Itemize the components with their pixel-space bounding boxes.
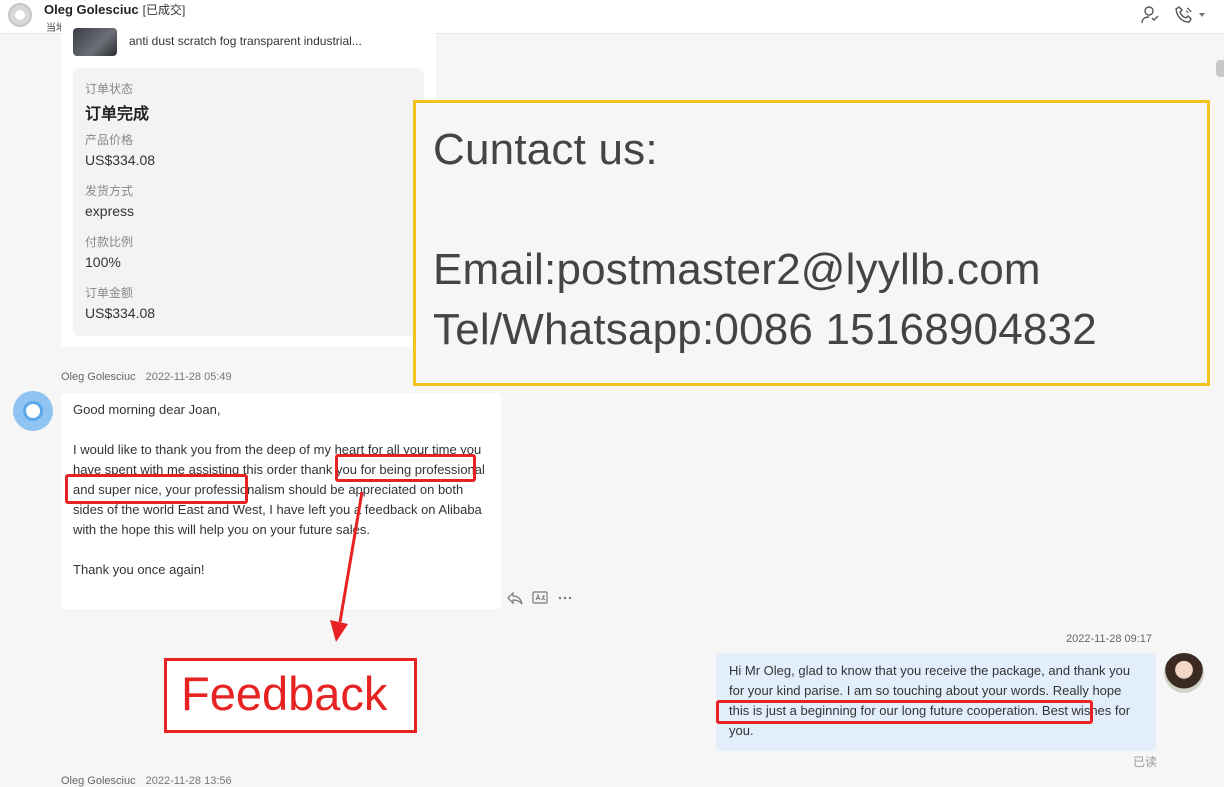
message-time: 2022-11-28 09:17: [1066, 633, 1153, 645]
read-status: 已读: [1133, 755, 1158, 769]
sender-avatar[interactable]: [13, 391, 53, 431]
order-card[interactable]: anti dust scratch fog transparent indust…: [61, 20, 436, 347]
more-icon[interactable]: [557, 591, 573, 610]
translate-icon[interactable]: [532, 591, 548, 610]
contact-name[interactable]: Oleg Golesciuc [已成交]: [44, 1, 185, 18]
message-meta: 2022-11-28 09:17: [1066, 633, 1152, 645]
shipping-method-value: express: [85, 203, 135, 219]
own-avatar[interactable]: [1164, 653, 1204, 693]
order-status-label: 订单状态: [85, 82, 134, 96]
highlight-box: [716, 700, 1093, 724]
contact-tel: Tel/Whatsapp:0086 15168904832: [433, 305, 1097, 354]
product-price-label: 产品价格: [85, 133, 134, 147]
sender-name: Oleg Golesciuc: [61, 775, 136, 787]
order-amount-value: US$334.08: [85, 305, 156, 321]
highlight-box: [335, 454, 476, 482]
phone-icon[interactable]: [1174, 5, 1194, 25]
message-meta: Oleg Golesciuc 2022-11-28 13:56: [61, 775, 232, 787]
contact-name-text: Oleg Golesciuc: [44, 2, 139, 17]
chevron-down-icon[interactable]: [1198, 11, 1206, 19]
order-amount-label: 订单金额: [85, 286, 134, 300]
contact-info-overlay: Cuntact us: Email:postmaster2@lyyllb.com…: [413, 100, 1210, 386]
contact-avatar[interactable]: [8, 3, 32, 27]
reply-icon[interactable]: [507, 591, 523, 610]
contact-status-badge: [已成交]: [142, 3, 186, 17]
scrollbar-thumb[interactable]: [1216, 60, 1224, 77]
payment-ratio-label: 付款比例: [85, 235, 134, 249]
feedback-annotation: Feedback: [164, 658, 417, 733]
product-thumbnail[interactable]: [73, 28, 117, 56]
contact-profile-icon[interactable]: [1140, 5, 1160, 25]
message-time: 2022-11-28 13:56: [145, 775, 232, 787]
order-info-panel: 订单状态 订单完成 产品价格 US$334.08 发货方式 express 付款…: [73, 68, 424, 336]
contact-email: Email:postmaster2@lyyllb.com: [433, 245, 1041, 294]
message-actions: [507, 591, 573, 610]
contact-heading: Cuntact us:: [433, 125, 658, 174]
product-title[interactable]: anti dust scratch fog transparent indust…: [129, 34, 362, 48]
product-price-value: US$334.08: [85, 152, 156, 168]
order-status-value: 订单完成: [85, 106, 150, 123]
feedback-label: Feedback: [181, 667, 388, 720]
annotation-arrow: [330, 491, 364, 642]
shipping-method-label: 发货方式: [85, 184, 134, 198]
message-meta: Oleg Golesciuc 2022-11-28 05:49: [61, 371, 232, 383]
highlight-box: [65, 474, 248, 504]
sender-name: Oleg Golesciuc: [61, 371, 136, 383]
payment-ratio-value: 100%: [85, 254, 121, 270]
message-time: 2022-11-28 05:49: [145, 371, 232, 383]
